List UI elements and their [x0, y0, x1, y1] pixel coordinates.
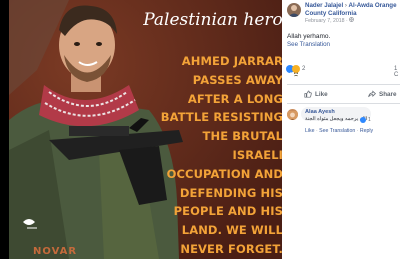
post-image[interactable]: Palestinian hero AHMED JARRAR PASSES AWA…: [9, 0, 282, 259]
comment-reaction-count: 1: [368, 117, 371, 123]
message-line: OCCUPATION AND: [166, 166, 282, 181]
reaction-count: 2: [302, 66, 306, 72]
commenter-name-link[interactable]: Alaa Ayesh: [305, 109, 335, 115]
comment-actions: Like · See Translation · Reply: [305, 128, 373, 134]
image-headline: Palestinian hero: [143, 10, 282, 30]
image-message: AHMED JARRAR PASSES AWAY AFTER A LONG BA…: [159, 52, 282, 259]
comment-like-reaction-icon[interactable]: [360, 117, 366, 123]
share-label: Share: [379, 90, 397, 98]
message-line: NEVER FORGET.: [180, 241, 282, 256]
commenter-avatar[interactable]: [287, 109, 298, 120]
post-text: Allah yerhamo.: [287, 33, 331, 40]
message-line: PEOPLE AND HIS: [173, 204, 282, 219]
share-button[interactable]: Share: [368, 90, 397, 98]
message-line: PASSES AWAY: [192, 72, 282, 87]
message-line: BATTLE RESISTING: [160, 110, 282, 125]
timestamp-text: February 7, 2018 ·: [305, 18, 350, 24]
author-avatar[interactable]: [287, 3, 301, 17]
post-side-panel: Nader Jalajel › Al-Awda Orange County Ca…: [282, 0, 400, 259]
post-timestamp[interactable]: February 7, 2018 ·: [305, 17, 355, 24]
message-line: THE BRUTAL: [202, 129, 282, 144]
comment-count-partial[interactable]: 1 C: [394, 66, 400, 78]
message-line: DEFENDING HIS: [179, 185, 282, 200]
divider: [287, 84, 400, 85]
globe-icon: [349, 17, 355, 22]
message-line: LAND. WE WILL: [181, 223, 282, 238]
photo-viewer: Palestinian hero AHMED JARRAR PASSES AWA…: [0, 0, 282, 259]
comment-reply-link[interactable]: Reply: [360, 128, 373, 134]
comment-like-link[interactable]: Like: [305, 128, 315, 134]
message-line: AHMED JARRAR: [181, 54, 282, 68]
like-label: Like: [315, 90, 328, 98]
author-name-link[interactable]: Nader Jalajel: [305, 2, 343, 9]
action-separator: ·: [356, 128, 359, 134]
sad-reaction-icon: [292, 65, 300, 77]
message-line: ISRAELI: [232, 147, 282, 162]
like-button[interactable]: Like: [304, 90, 328, 98]
divider: [287, 103, 400, 104]
thumbs-up-icon: [304, 90, 312, 98]
post-actions: Like Share: [282, 90, 400, 102]
comment-see-translation-link[interactable]: See Translation: [319, 128, 355, 134]
reaction-summary[interactable]: 2: [286, 65, 306, 77]
comment-text: الله يرحمه ويجعل مثواه الجنة: [305, 116, 368, 122]
share-arrow-icon: [368, 90, 376, 98]
see-translation-link[interactable]: See Translation: [287, 41, 330, 48]
action-separator: ·: [315, 128, 318, 134]
image-bottom-text: NOVAR: [33, 246, 78, 257]
author-separator: ›: [344, 2, 347, 9]
message-line: AFTER A LONG: [187, 91, 282, 106]
post-author-line: Nader Jalajel › Al-Awda Orange County Ca…: [305, 2, 400, 17]
